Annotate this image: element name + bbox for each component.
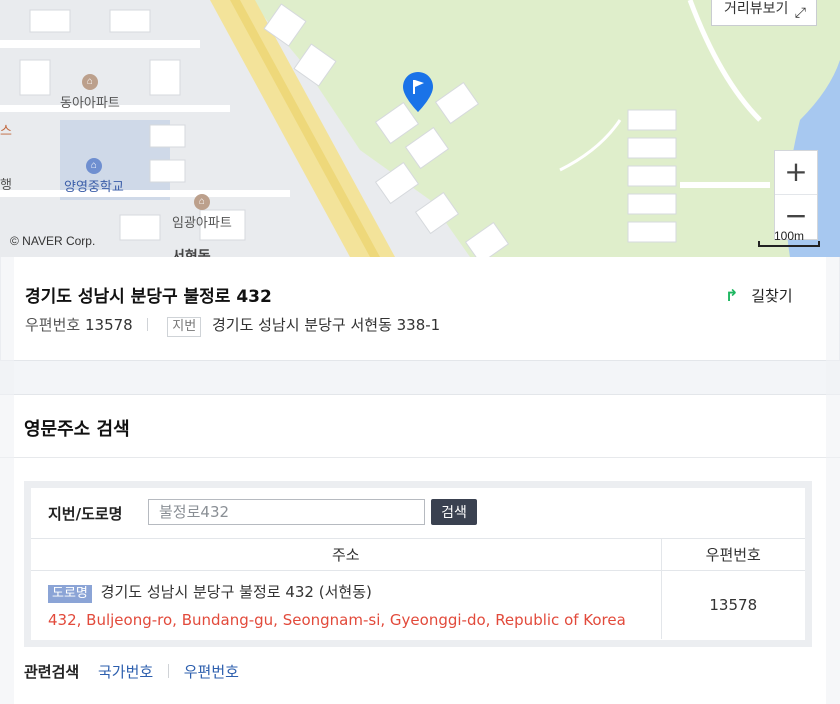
address-detail: 우편번호 13578 지번 경기도 성남시 분당구 서현동 338-1 [25,314,440,337]
route-label: 길찾기 [751,287,793,305]
right-gutter [826,257,840,704]
search-row: 지번/도로명 검색 [31,488,805,538]
search-label: 지번/도로명 [48,505,123,523]
road-name-tag: 도로명 [48,584,92,603]
section-title: 영문주소 검색 [24,419,130,440]
divider [167,664,169,678]
page: ⌂ 동아아파트 ⌂ 양영중학교 ⌂ 임광아파트 서현동 스 행 © NAVER … [0,0,840,704]
map-label-edge-s: 스 [0,123,12,138]
related-link-country-code[interactable]: 국가번호 [98,663,153,681]
related-search-label: 관련검색 [24,663,80,681]
address-panel: 경기도 성남시 분당구 불정로 432 우편번호 13578 지번 경기도 성남… [0,257,840,361]
related-link-zip-code[interactable]: 우편번호 [184,663,239,681]
left-gutter [0,257,14,704]
school-icon: ⌂ [85,158,102,174]
column-header-address: 주소 [31,538,662,571]
map-poi-imgwang[interactable]: ⌂ 임광아파트 [172,192,232,231]
search-input[interactable] [148,499,425,525]
route-button[interactable]: ↱ 길찾기 [725,285,793,306]
result-table: 주소 우편번호 도로명 경기도 성남시 분당구 불정로 432 (서현동) 43… [31,538,805,639]
map-poi-yangyoung[interactable]: ⌂ 양영중학교 [64,156,124,195]
apartment-icon: ⌂ [193,194,210,210]
address-title: 경기도 성남시 분당구 불정로 432 [25,287,272,307]
apartment-icon: ⌂ [81,74,98,90]
streetview-label: 거리뷰보기 [724,1,789,17]
search-box: 지번/도로명 검색 주소 우편번호 [24,481,812,647]
map-scale: 100m [758,229,820,247]
jibun-tag: 지번 [167,317,202,337]
english-address[interactable]: 432, Buljeong-ro, Bundang-gu, Seongnam-s… [48,611,661,629]
zip-value: 13578 [84,316,133,334]
divider [0,457,840,458]
scale-bar [758,241,820,247]
map-view[interactable]: ⌂ 동아아파트 ⌂ 양영중학교 ⌂ 임광아파트 서현동 스 행 © NAVER … [0,0,840,257]
map-canvas[interactable] [0,0,840,257]
zoom-in-button[interactable]: + [775,151,817,195]
divider [147,318,149,331]
map-label-seohyeon: 서현동 [172,248,211,257]
english-address-section: 영문주소 검색 지번/도로명 검색 주소 우편번호 [0,394,840,704]
related-search: 관련검색 국가번호 우편번호 [24,661,239,682]
expand-icon: ⤢ [794,5,806,21]
column-header-zip: 우편번호 [661,538,805,571]
search-button[interactable]: 검색 [431,499,477,525]
table-header-row: 주소 우편번호 [31,538,805,571]
korean-address: 경기도 성남시 분당구 불정로 432 (서현동) [100,582,372,601]
zoom-control: + − [774,150,818,240]
map-poi-dongah[interactable]: ⌂ 동아아파트 [60,72,120,111]
table-row[interactable]: 도로명 경기도 성남시 분당구 불정로 432 (서현동) 432, Bulje… [31,570,805,639]
result-zip-cell: 13578 [709,595,758,614]
map-label-edge-h: 행 [0,177,12,192]
zip-label: 우편번호 [25,316,81,334]
map-copyright: © NAVER Corp. [10,234,96,248]
turn-right-arrow-icon: ↱ [725,286,739,305]
jibun-value: 경기도 성남시 분당구 서현동 338-1 [211,316,441,334]
result-address-cell: 도로명 경기도 성남시 분당구 불정로 432 (서현동) 432, Bulje… [31,570,662,639]
streetview-button[interactable]: 거리뷰보기 ⤢ [711,0,817,26]
search-box-inner: 지번/도로명 검색 주소 우편번호 [31,488,805,640]
